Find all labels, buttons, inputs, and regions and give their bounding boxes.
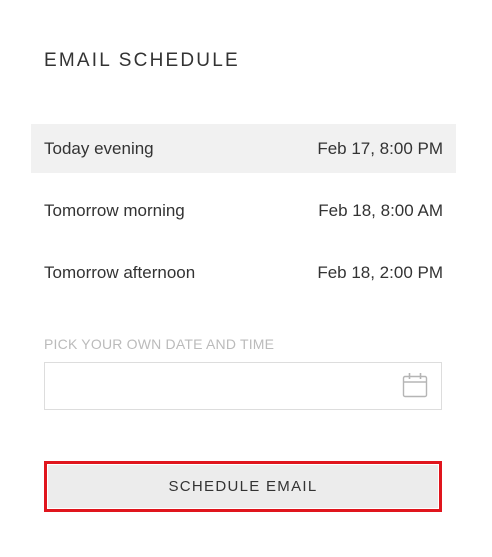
option-label: Tomorrow afternoon — [44, 262, 196, 282]
schedule-options-list: Today evening Feb 17, 8:00 PM Tomorrow m… — [31, 124, 456, 310]
email-schedule-panel: EMAIL SCHEDULE Today evening Feb 17, 8:0… — [0, 0, 492, 557]
option-time: Feb 18, 2:00 PM — [317, 262, 443, 282]
option-label: Tomorrow morning — [44, 200, 185, 220]
schedule-option-today-evening[interactable]: Today evening Feb 17, 8:00 PM — [31, 124, 456, 173]
calendar-icon[interactable] — [402, 372, 428, 398]
option-time: Feb 17, 8:00 PM — [317, 138, 443, 158]
option-time: Feb 18, 8:00 AM — [318, 200, 443, 220]
custom-datetime-field — [44, 362, 442, 410]
schedule-email-button-highlight: SCHEDULE EMAIL — [44, 461, 442, 512]
custom-datetime-label: PICK YOUR OWN DATE AND TIME — [44, 336, 275, 352]
custom-datetime-input[interactable] — [45, 363, 395, 409]
option-label: Today evening — [44, 138, 154, 158]
schedule-email-button[interactable]: SCHEDULE EMAIL — [48, 465, 438, 508]
schedule-option-tomorrow-afternoon[interactable]: Tomorrow afternoon Feb 18, 2:00 PM — [31, 248, 456, 297]
panel-title: EMAIL SCHEDULE — [44, 50, 240, 71]
schedule-option-tomorrow-morning[interactable]: Tomorrow morning Feb 18, 8:00 AM — [31, 186, 456, 235]
